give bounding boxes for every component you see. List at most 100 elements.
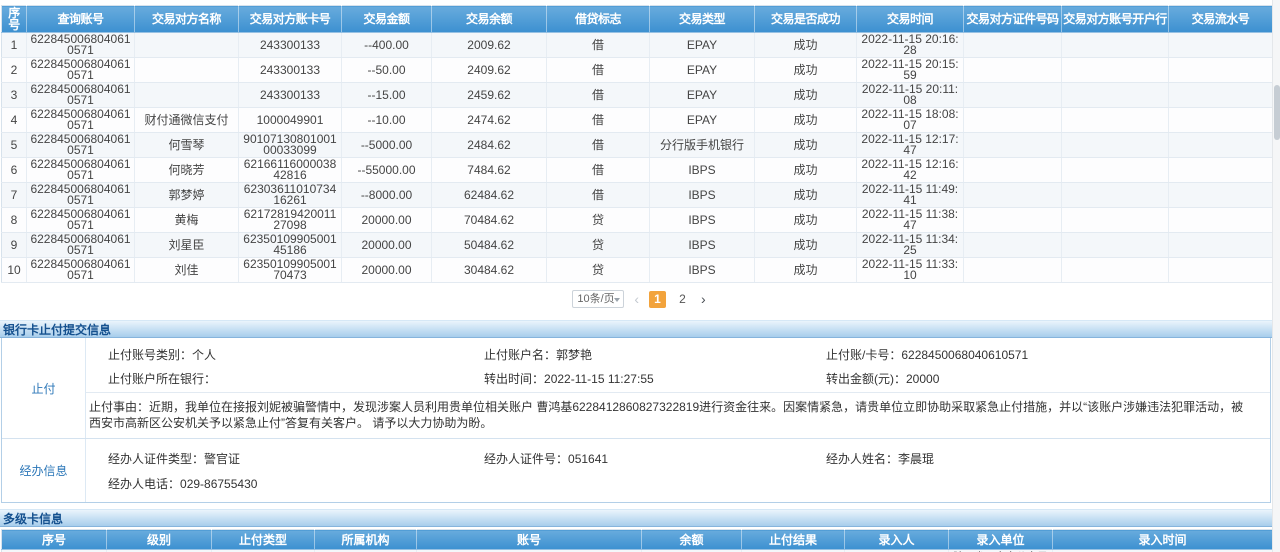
field-handler-name: 经办人姓名：李晨琨 bbox=[826, 450, 1270, 467]
cell: 成功 bbox=[755, 158, 857, 183]
cell bbox=[964, 133, 1062, 158]
page-size-value: 10条/页 bbox=[577, 293, 614, 305]
cell: 2022-11-15 20:16:28 bbox=[857, 33, 964, 58]
cell: 6228450068040610571 bbox=[27, 208, 135, 233]
transaction-row[interactable]: 46228450068040610571财付通微信支付1000049901--1… bbox=[2, 108, 1273, 133]
cell: 2 bbox=[2, 58, 27, 83]
transaction-row[interactable]: 86228450068040610571黄梅621728194200112709… bbox=[2, 208, 1273, 233]
field-label: 止付账号类别： bbox=[108, 348, 192, 362]
cell: --10.00 bbox=[342, 108, 432, 133]
column-header: 录入单位 bbox=[949, 530, 1053, 550]
cell: 2022-11-15 18:08:07 bbox=[857, 108, 964, 133]
cell: 2459.62 bbox=[432, 83, 547, 108]
stop-payment-panel: 止付 止付账号类别：个人 止付账户名：郭梦艳 止付账/卡号：6228450068… bbox=[1, 338, 1271, 503]
column-header: 借贷标志 bbox=[547, 6, 650, 33]
stop-payment-group: 止付 止付账号类别：个人 止付账户名：郭梦艳 止付账/卡号：6228450068… bbox=[2, 338, 1270, 438]
cell bbox=[1062, 58, 1169, 83]
column-header: 交易对方账卡号 bbox=[239, 6, 342, 33]
cell: 243300133 bbox=[239, 33, 342, 58]
page-button-2[interactable]: 2 bbox=[674, 291, 691, 308]
field-account-bank: 止付账户所在银行： bbox=[108, 370, 484, 387]
transaction-row[interactable]: 76228450068040610571郭梦婷62303611010734162… bbox=[2, 183, 1273, 208]
cell: 2474.62 bbox=[432, 108, 547, 133]
cell bbox=[1169, 233, 1273, 258]
cell: 6228450068040610571 bbox=[27, 108, 135, 133]
scrollbar-thumb[interactable] bbox=[1274, 85, 1280, 140]
cell: --5000.00 bbox=[342, 133, 432, 158]
cell: 62484.62 bbox=[432, 183, 547, 208]
cell: 贷 bbox=[547, 258, 650, 283]
transaction-row[interactable]: 56228450068040610571何雪琴90107130801001000… bbox=[2, 133, 1273, 158]
cell: 20000.00 bbox=[342, 258, 432, 283]
transaction-row[interactable]: 26228450068040610571243300133--50.002409… bbox=[2, 58, 1273, 83]
transaction-row[interactable]: 36228450068040610571243300133--15.002459… bbox=[2, 83, 1273, 108]
cell: 2022-11-15 11:38:47 bbox=[857, 208, 964, 233]
cell: 70484.62 bbox=[432, 208, 547, 233]
cell: 借 bbox=[547, 158, 650, 183]
next-page-button[interactable]: › bbox=[699, 291, 708, 307]
stop-payment-section-header: 银行卡止付提交信息 bbox=[0, 320, 1272, 338]
cell: 成功 bbox=[755, 233, 857, 258]
cell: 6216611600003842816 bbox=[239, 158, 342, 183]
field-value: 2022-11-15 11:27:55 bbox=[544, 372, 654, 386]
cell: 财付通微信支付 bbox=[135, 108, 239, 133]
cell: 6235010990500170473 bbox=[239, 258, 342, 283]
cell: 何晓芳 bbox=[135, 158, 239, 183]
transaction-row[interactable]: 66228450068040610571何晓芳62166116000038428… bbox=[2, 158, 1273, 183]
cell bbox=[1062, 233, 1169, 258]
cell: 4 bbox=[2, 108, 27, 133]
cell bbox=[1169, 83, 1273, 108]
cell: 借 bbox=[547, 58, 650, 83]
cell: 2009.62 bbox=[432, 33, 547, 58]
cell: 刘佳 bbox=[135, 258, 239, 283]
stop-reason-text: 止付事由：近期，我单位在接报刘妮被骗警情中，发现涉案人员利用贵单位相关账户 曹鸿… bbox=[86, 392, 1270, 438]
vertical-scrollbar[interactable] bbox=[1272, 0, 1280, 552]
prev-page-button[interactable]: ‹ bbox=[632, 291, 641, 307]
field-label: 转出金额(元)： bbox=[826, 372, 906, 386]
page-button-1[interactable]: 1 bbox=[649, 291, 666, 308]
cell: 成功 bbox=[755, 33, 857, 58]
cell: --50.00 bbox=[342, 58, 432, 83]
field-value: 6228450068040610571 bbox=[901, 348, 1028, 362]
field-label: 止付账户名： bbox=[484, 348, 556, 362]
cell: IBPS bbox=[650, 233, 755, 258]
cell: --8000.00 bbox=[342, 183, 432, 208]
transaction-row[interactable]: 16228450068040610571243300133--400.00200… bbox=[2, 33, 1273, 58]
field-label: 经办人姓名： bbox=[826, 452, 898, 466]
cell: 7484.62 bbox=[432, 158, 547, 183]
column-header: 交易是否成功 bbox=[755, 6, 857, 33]
cell: 2022-11-15 11:49:41 bbox=[857, 183, 964, 208]
chevron-down-icon bbox=[614, 298, 620, 302]
transaction-row[interactable]: 96228450068040610571刘星臣62350109905001451… bbox=[2, 233, 1273, 258]
cell: 5 bbox=[2, 133, 27, 158]
cell: 2022-11-15 20:15:59 bbox=[857, 58, 964, 83]
cell: IBPS bbox=[650, 258, 755, 283]
cell: 分行版手机银行 bbox=[650, 133, 755, 158]
column-header: 余额 bbox=[642, 530, 742, 550]
transaction-row[interactable]: 106228450068040610571刘佳62350109905001704… bbox=[2, 258, 1273, 283]
cell: 30484.62 bbox=[432, 258, 547, 283]
cell bbox=[1062, 83, 1169, 108]
cell: 6228450068040610571 bbox=[27, 233, 135, 258]
cell: 6228450068040610571 bbox=[27, 58, 135, 83]
cell: EPAY bbox=[650, 83, 755, 108]
column-header: 录入时间 bbox=[1053, 530, 1273, 550]
page-size-select[interactable]: 10条/页 bbox=[572, 290, 624, 308]
field-label: 经办人电话： bbox=[108, 477, 180, 491]
cell: 6228450068040610571 bbox=[27, 258, 135, 283]
page: 序号查询账号交易对方名称交易对方账卡号交易金额交易余额借贷标志交易类型交易是否成… bbox=[0, 0, 1280, 552]
cell: 6228450068040610571 bbox=[27, 133, 135, 158]
cell bbox=[1062, 33, 1169, 58]
cell bbox=[964, 208, 1062, 233]
cell bbox=[964, 258, 1062, 283]
field-card-number: 止付账/卡号：6228450068040610571 bbox=[826, 346, 1270, 363]
cell bbox=[964, 158, 1062, 183]
cell: 6 bbox=[2, 158, 27, 183]
cell: 6228450068040610571 bbox=[27, 183, 135, 208]
field-label: 经办人证件号： bbox=[484, 452, 568, 466]
cell: 2022-11-15 11:33:10 bbox=[857, 258, 964, 283]
field-label: 转出时间： bbox=[484, 372, 544, 386]
cell: 成功 bbox=[755, 58, 857, 83]
cell: 2022-11-15 12:17:47 bbox=[857, 133, 964, 158]
cell: 借 bbox=[547, 183, 650, 208]
